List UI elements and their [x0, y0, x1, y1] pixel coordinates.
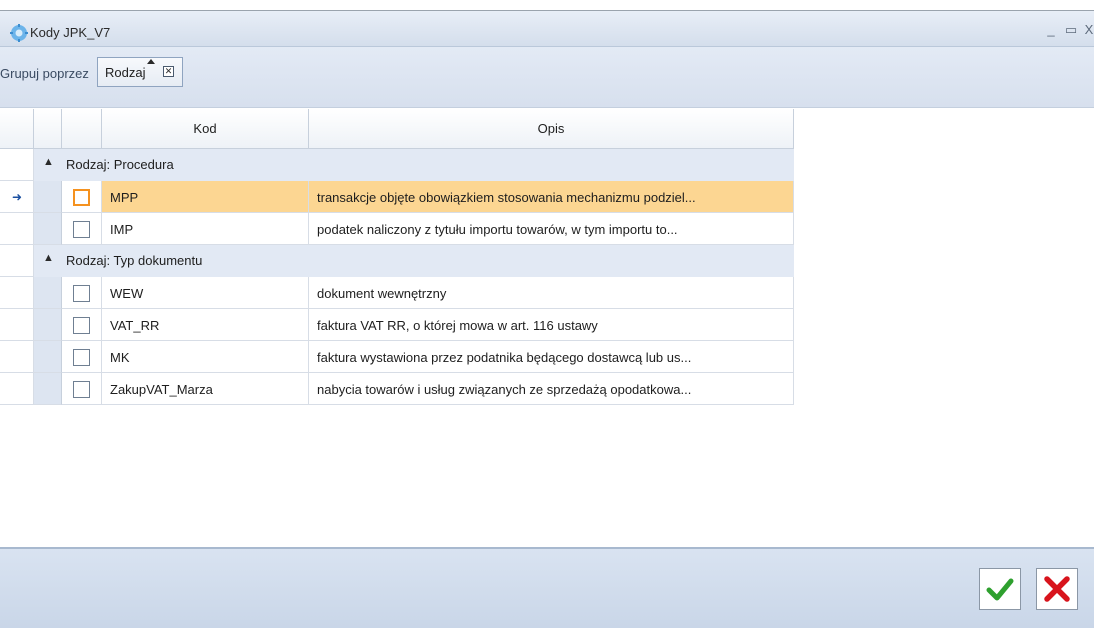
group-row-typ-dokumentu[interactable]: ▲ Rodzaj: Typ dokumentu — [0, 245, 794, 277]
group-indent — [34, 181, 62, 213]
table-row[interactable]: IMP podatek naliczony z tytułu importu t… — [0, 213, 794, 245]
row-checkbox[interactable] — [73, 285, 90, 302]
minimize-icon[interactable]: _ — [1044, 23, 1058, 37]
checkmark-icon — [986, 578, 1014, 601]
row-checkbox[interactable] — [73, 317, 90, 334]
maximize-icon[interactable]: ▭ — [1064, 23, 1078, 37]
confirm-button[interactable] — [979, 568, 1021, 610]
current-row-arrow-icon: ➜ — [12, 190, 23, 204]
row-indicator — [0, 213, 34, 245]
header-checkbox[interactable] — [62, 109, 102, 149]
collapse-chevron-icon[interactable]: ▲ — [43, 252, 54, 264]
checkbox-cell[interactable] — [62, 341, 102, 373]
group-row-procedura[interactable]: ▲ Rodzaj: Procedura — [0, 149, 794, 181]
group-chip-rodzaj[interactable]: Rodzaj ✕ — [97, 57, 183, 87]
title-bar[interactable]: Kody JPK_V7 _ ▭ X — [0, 11, 1094, 47]
header-indicator — [0, 109, 34, 149]
row-checkbox[interactable] — [73, 349, 90, 366]
header-indent — [34, 109, 62, 149]
opis-cell[interactable]: podatek naliczony z tytułu importu towar… — [309, 213, 794, 245]
kod-cell[interactable]: ZakupVAT_Marza — [102, 373, 309, 405]
group-by-hint: Grupuj poprzez — [0, 66, 89, 81]
kod-cell[interactable]: VAT_RR — [102, 309, 309, 341]
row-indicator — [0, 245, 34, 277]
checkbox-cell[interactable] — [62, 213, 102, 245]
group-label: Rodzaj: Procedura — [66, 157, 174, 172]
opis-cell[interactable]: faktura wystawiona przez podatnika będąc… — [309, 341, 794, 373]
opis-cell[interactable]: nabycia towarów i usług związanych ze sp… — [309, 373, 794, 405]
cancel-button[interactable] — [1036, 568, 1078, 610]
dialog-footer — [0, 547, 1094, 628]
app-gear-icon — [10, 24, 28, 42]
row-indicator: ➜ — [0, 181, 34, 213]
table-row[interactable]: MK faktura wystawiona przez podatnika bę… — [0, 341, 794, 373]
group-indent — [34, 373, 62, 405]
table-row[interactable]: VAT_RR faktura VAT RR, o której mowa w a… — [0, 309, 794, 341]
sort-ascending-icon — [147, 59, 155, 64]
group-label: Rodzaj: Typ dokumentu — [66, 253, 203, 268]
kod-cell[interactable]: MPP — [102, 181, 309, 213]
row-indicator — [0, 341, 34, 373]
kod-cell[interactable]: WEW — [102, 277, 309, 309]
kod-cell[interactable]: MK — [102, 341, 309, 373]
column-header-opis[interactable]: Opis — [309, 109, 794, 149]
group-indent — [34, 309, 62, 341]
opis-cell[interactable]: faktura VAT RR, o której mowa w art. 116… — [309, 309, 794, 341]
column-header-kod[interactable]: Kod — [102, 109, 309, 149]
remove-group-icon[interactable]: ✕ — [163, 66, 174, 77]
checkbox-cell[interactable] — [62, 181, 102, 213]
group-chip-label: Rodzaj — [105, 65, 146, 80]
x-mark-icon — [1044, 576, 1070, 602]
checkbox-cell[interactable] — [62, 373, 102, 405]
row-indicator — [0, 373, 34, 405]
row-indicator — [0, 309, 34, 341]
collapse-chevron-icon[interactable]: ▲ — [43, 156, 54, 168]
group-indent — [34, 277, 62, 309]
row-indicator — [0, 149, 34, 181]
row-indicator — [0, 277, 34, 309]
row-checkbox[interactable] — [73, 381, 90, 398]
checkbox-cell[interactable] — [62, 277, 102, 309]
row-checkbox[interactable] — [73, 221, 90, 238]
checkbox-cell[interactable] — [62, 309, 102, 341]
table-row[interactable]: ZakupVAT_Marza nabycia towarów i usług z… — [0, 373, 794, 405]
table-row[interactable]: WEW dokument wewnętrzny — [0, 277, 794, 309]
table-row[interactable]: ➜ MPP transakcje objęte obowiązkiem stos… — [0, 181, 794, 213]
kod-cell[interactable]: IMP — [102, 213, 309, 245]
opis-cell[interactable]: transakcje objęte obowiązkiem stosowania… — [309, 181, 794, 213]
close-icon[interactable]: X — [1082, 23, 1094, 37]
group-indent — [34, 213, 62, 245]
group-by-panel: Grupuj poprzez Rodzaj ✕ — [0, 47, 1094, 108]
opis-cell[interactable]: dokument wewnętrzny — [309, 277, 794, 309]
window-title: Kody JPK_V7 — [30, 25, 111, 40]
group-indent — [34, 341, 62, 373]
row-checkbox[interactable] — [73, 189, 90, 206]
